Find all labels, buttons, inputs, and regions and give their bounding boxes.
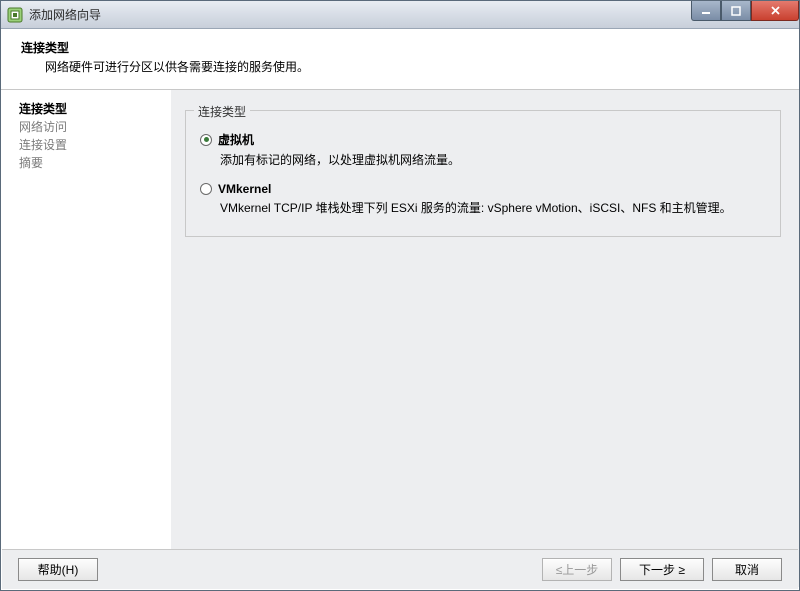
header-subtitle: 网络硬件可进行分区以供各需要连接的服务使用。 <box>21 58 779 75</box>
minimize-icon <box>701 6 711 16</box>
wizard-header: 连接类型 网络硬件可进行分区以供各需要连接的服务使用。 <box>1 29 799 90</box>
wizard-steps-sidebar: 连接类型 网络访问 连接设置 摘要 <box>1 90 171 587</box>
titlebar[interactable]: 添加网络向导 <box>1 1 799 29</box>
maximize-icon <box>731 6 741 16</box>
option-vmkernel[interactable]: VMkernel VMkernel TCP/IP 堆栈处理下列 ESXi 服务的… <box>200 182 766 216</box>
close-icon <box>770 5 781 16</box>
option-vmkernel-desc: VMkernel TCP/IP 堆栈处理下列 ESXi 服务的流量: vSphe… <box>220 200 766 216</box>
wizard-main-panel: 连接类型 虚拟机 添加有标记的网络，以处理虚拟机网络流量。 VMkernel V… <box>171 90 799 587</box>
back-button[interactable]: ≤上一步 <box>542 558 612 581</box>
option-virtual-machine[interactable]: 虚拟机 添加有标记的网络，以处理虚拟机网络流量。 <box>200 131 766 168</box>
option-virtual-machine-label: 虚拟机 <box>218 131 254 148</box>
radio-vmkernel[interactable] <box>200 183 212 195</box>
help-button[interactable]: 帮助(H) <box>18 558 98 581</box>
connection-type-group: 连接类型 虚拟机 添加有标记的网络，以处理虚拟机网络流量。 VMkernel V… <box>185 110 781 237</box>
step-connection-type[interactable]: 连接类型 <box>19 100 170 118</box>
header-title: 连接类型 <box>21 39 779 56</box>
step-network-access[interactable]: 网络访问 <box>19 118 170 136</box>
step-summary[interactable]: 摘要 <box>19 154 170 172</box>
maximize-button[interactable] <box>721 1 751 21</box>
wizard-window: 添加网络向导 连接类型 网络硬件可进行分区以供各需要连接的服务使用。 连接类型 … <box>0 0 800 591</box>
option-virtual-machine-desc: 添加有标记的网络，以处理虚拟机网络流量。 <box>220 152 766 168</box>
group-legend: 连接类型 <box>194 103 250 120</box>
close-button[interactable] <box>751 1 799 21</box>
next-button[interactable]: 下一步 ≥ <box>620 558 704 581</box>
minimize-button[interactable] <box>691 1 721 21</box>
step-connection-settings[interactable]: 连接设置 <box>19 136 170 154</box>
radio-virtual-machine[interactable] <box>200 134 212 146</box>
option-vmkernel-label: VMkernel <box>218 182 271 196</box>
cancel-button[interactable]: 取消 <box>712 558 782 581</box>
wizard-body: 连接类型 网络访问 连接设置 摘要 连接类型 虚拟机 添加有标记的网络，以处理虚… <box>1 90 799 587</box>
app-icon <box>7 7 23 23</box>
window-title: 添加网络向导 <box>29 6 101 23</box>
wizard-footer: 帮助(H) ≤上一步 下一步 ≥ 取消 <box>2 549 798 589</box>
window-controls <box>691 1 799 21</box>
